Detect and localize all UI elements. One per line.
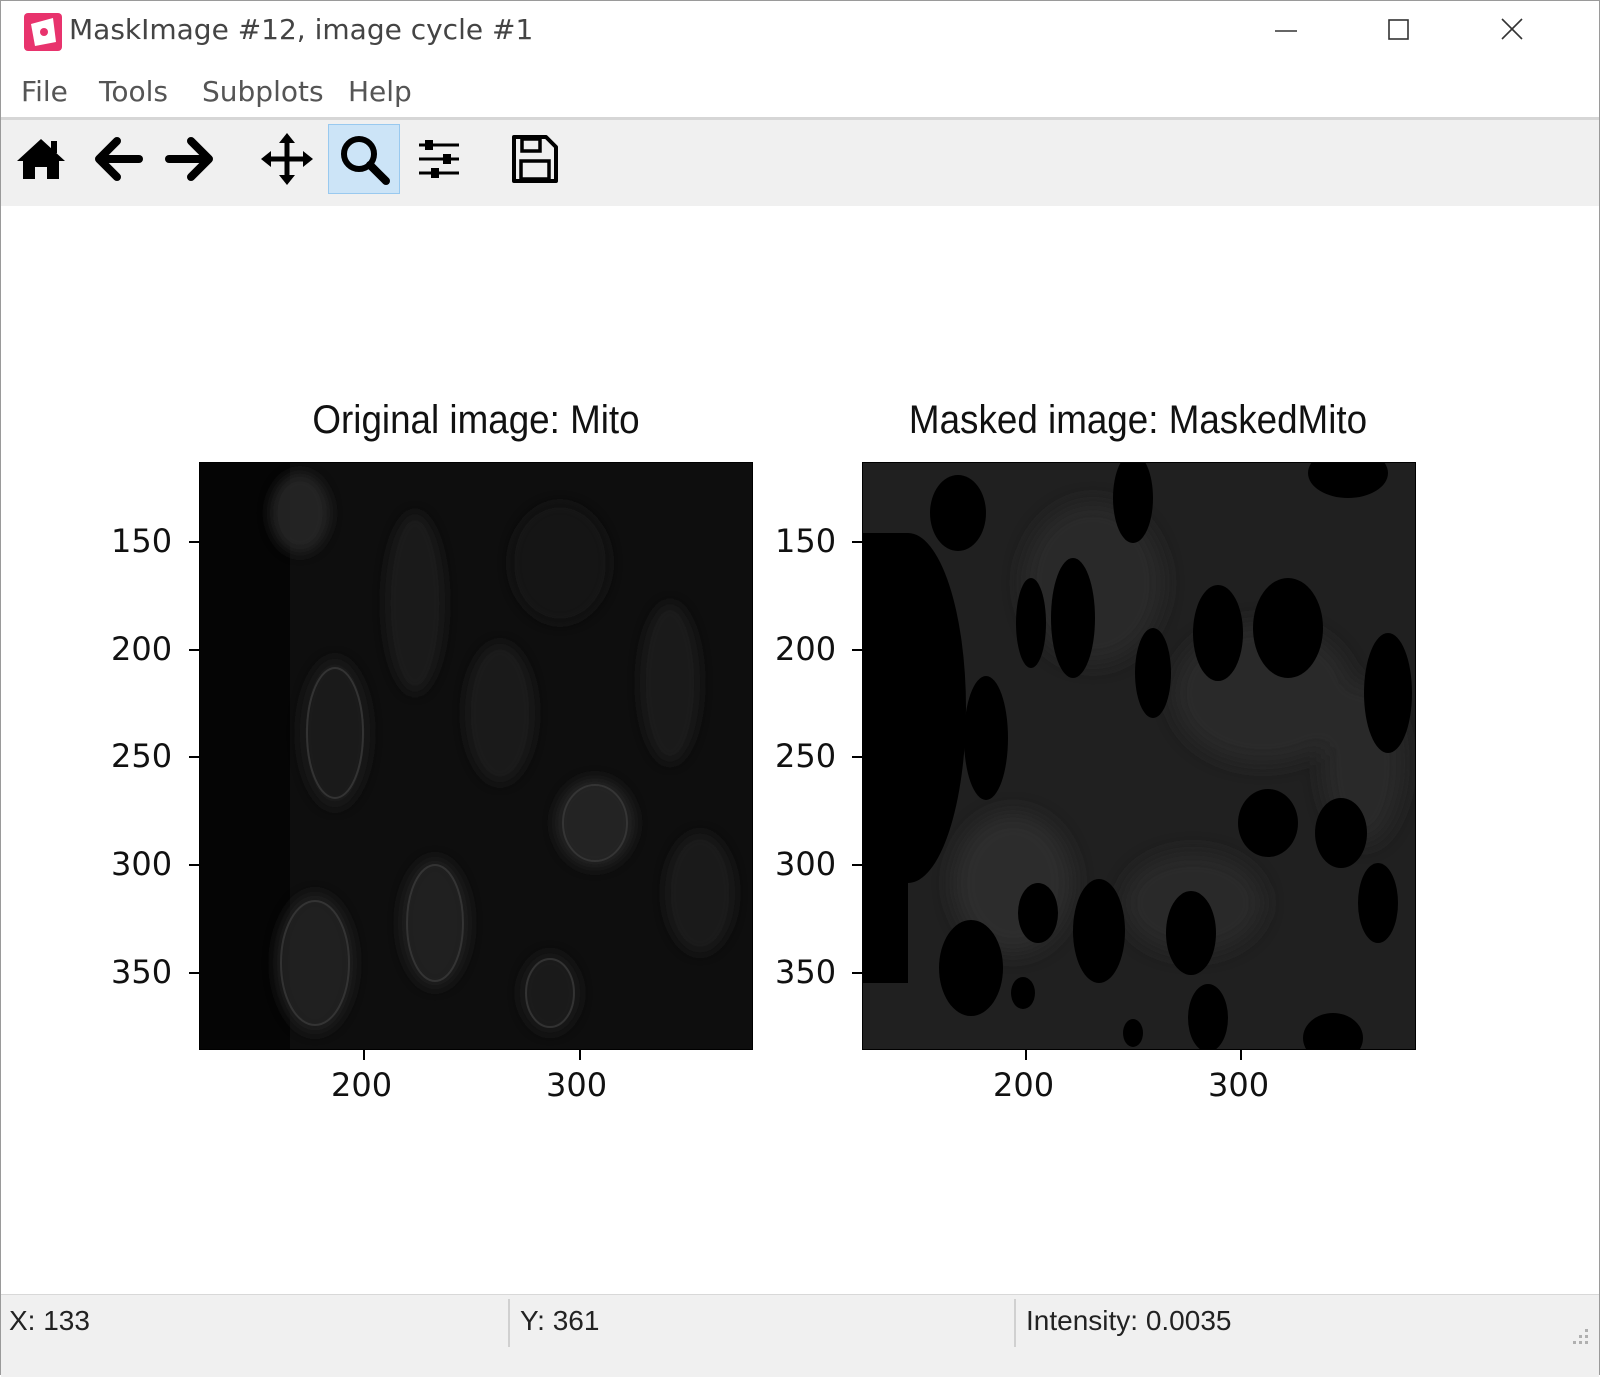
navigation-toolbar: [1, 120, 1599, 206]
menu-help[interactable]: Help: [348, 75, 412, 108]
save-disk-icon: [512, 135, 558, 183]
status-x-coordinate: X: 133: [9, 1305, 90, 1336]
configure-subplots-icon: [419, 140, 459, 178]
x-tick-label: 300: [546, 1066, 608, 1104]
y-tick-label: 300: [111, 845, 173, 883]
status-separator: [1014, 1299, 1016, 1347]
back-arrow-icon: [95, 137, 143, 181]
status-intensity: Intensity: 0.0035: [1026, 1305, 1232, 1336]
home-icon: [17, 139, 65, 179]
menu-subplots[interactable]: Subplots: [202, 75, 324, 108]
masked-image: [863, 463, 1415, 1049]
plot-title-masked: Masked image: MaskedMito: [908, 398, 1368, 442]
menu-bar: File Tools Subplots Help: [1, 67, 1599, 117]
zoom-magnifier-icon: [341, 136, 390, 185]
pan-button[interactable]: [251, 124, 323, 194]
y-tick-label: 200: [111, 630, 173, 668]
y-tick: [852, 541, 862, 543]
x-tick-label: 200: [331, 1066, 393, 1104]
x-tick: [1240, 1050, 1242, 1060]
zoom-button[interactable]: [328, 124, 400, 194]
y-tick: [852, 972, 862, 974]
y-tick-label: 250: [775, 737, 837, 775]
configure-subplots-button[interactable]: [403, 124, 475, 194]
app-icon: [23, 12, 63, 52]
minimize-button[interactable]: [1261, 11, 1311, 51]
save-button[interactable]: [498, 124, 570, 194]
y-tick: [189, 649, 199, 651]
y-tick: [852, 864, 862, 866]
maximize-button[interactable]: [1373, 11, 1423, 51]
y-tick: [189, 756, 199, 758]
y-tick-label: 300: [775, 845, 837, 883]
y-tick: [189, 541, 199, 543]
y-tick-label: 150: [775, 522, 837, 560]
y-tick-label: 350: [111, 953, 173, 991]
y-tick-label: 250: [111, 737, 173, 775]
y-tick: [852, 649, 862, 651]
x-tick-label: 200: [993, 1066, 1055, 1104]
status-bar: X: 133 Y: 361 Intensity: 0.0035: [1, 1294, 1599, 1377]
title-bar[interactable]: MaskImage #12, image cycle #1: [1, 1, 1599, 63]
forward-button[interactable]: [155, 124, 227, 194]
figure-canvas[interactable]: Original image: Mito 150 200 250 300 350…: [1, 206, 1599, 1294]
image-axes-original[interactable]: [199, 462, 753, 1050]
y-tick: [852, 756, 862, 758]
window-title: MaskImage #12, image cycle #1: [69, 13, 534, 46]
x-tick: [579, 1050, 581, 1060]
close-button[interactable]: [1487, 11, 1537, 51]
back-button[interactable]: [81, 124, 153, 194]
figure-window: MaskImage #12, image cycle #1 File Tools…: [0, 0, 1600, 1377]
y-tick-label: 200: [775, 630, 837, 668]
forward-arrow-icon: [165, 137, 213, 181]
y-tick: [189, 972, 199, 974]
status-separator: [508, 1299, 510, 1347]
y-tick-label: 150: [111, 522, 173, 560]
resize-grip-icon[interactable]: [1567, 1323, 1591, 1347]
y-tick: [189, 864, 199, 866]
image-axes-masked[interactable]: [862, 462, 1416, 1050]
home-button[interactable]: [5, 124, 77, 194]
menu-file[interactable]: File: [21, 75, 68, 108]
x-tick-label: 300: [1208, 1066, 1270, 1104]
plot-title-original: Original image: Mito: [312, 398, 640, 442]
pan-move-icon: [261, 133, 313, 185]
status-y-coordinate: Y: 361: [520, 1305, 600, 1336]
original-image: [200, 463, 752, 1049]
x-tick: [363, 1050, 365, 1060]
y-tick-label: 350: [775, 953, 837, 991]
x-tick: [1025, 1050, 1027, 1060]
menu-tools[interactable]: Tools: [99, 75, 168, 108]
